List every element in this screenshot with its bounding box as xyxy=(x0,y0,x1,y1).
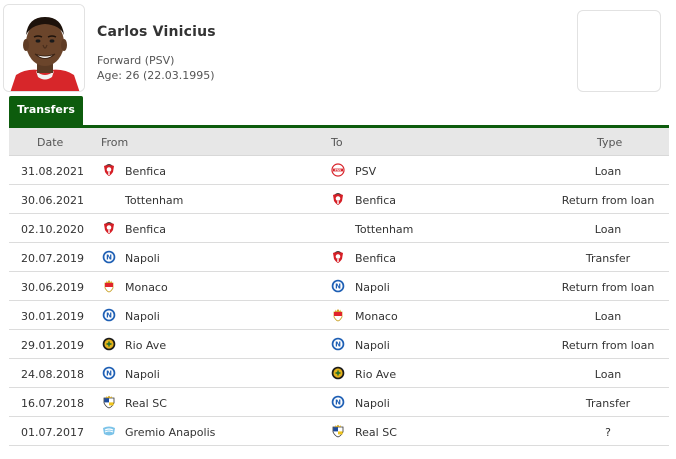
from-club-link[interactable]: Real SC xyxy=(125,397,167,410)
svg-text:N: N xyxy=(106,254,112,262)
benfica-crest-icon xyxy=(331,192,345,206)
to-club-link[interactable]: Benfica xyxy=(355,252,396,265)
from-club-link[interactable]: Napoli xyxy=(125,368,160,381)
player-name: Carlos Vinicius xyxy=(97,24,216,40)
from-club-link[interactable]: Rio Ave xyxy=(125,339,166,352)
transfer-date: 24.08.2018 xyxy=(21,368,84,381)
to-club-link[interactable]: Napoli xyxy=(355,281,390,294)
from-club-link[interactable]: Tottenham xyxy=(125,194,183,207)
transfer-date: 01.07.2017 xyxy=(21,426,84,439)
to-club-link[interactable]: Rio Ave xyxy=(355,368,396,381)
svg-text:N: N xyxy=(106,370,112,378)
transfer-date: 30.06.2019 xyxy=(21,281,84,294)
to-club-link[interactable]: Monaco xyxy=(355,310,398,323)
transfer-type: ? xyxy=(605,426,611,439)
transfers-table: Date From To Type 31.08.2021 Benfica PSV PS… xyxy=(9,128,669,446)
to-club-link[interactable]: Benfica xyxy=(355,194,396,207)
from-club-link[interactable]: Napoli xyxy=(125,310,160,323)
psv-crest-icon: PSV xyxy=(331,163,345,177)
napoli-crest-icon: N xyxy=(331,279,345,293)
svg-text:N: N xyxy=(335,399,341,407)
header-type: Type xyxy=(597,136,623,149)
to-club-link[interactable]: PSV xyxy=(355,165,376,178)
table-row: 29.01.2019 Rio Ave N Napoli Return from loan xyxy=(9,330,669,359)
table-row: 30.01.2019 N Napoli Monaco Loan xyxy=(9,301,669,330)
monaco-crest-icon xyxy=(102,279,116,293)
napoli-crest-icon: N xyxy=(102,366,116,380)
player-photo-icon xyxy=(4,5,84,91)
rioave-crest-icon xyxy=(102,337,116,351)
player-position: Forward (PSV) xyxy=(97,54,175,67)
transfer-date: 31.08.2021 xyxy=(21,165,84,178)
table-row: 24.08.2018 N Napoli Rio Ave Loan xyxy=(9,359,669,388)
transfer-date: 30.01.2019 xyxy=(21,310,84,323)
realsc-crest-icon xyxy=(102,395,116,409)
to-club-link[interactable]: Real SC xyxy=(355,426,397,439)
table-row: 30.06.2019 Monaco N Napoli Return from loan xyxy=(9,272,669,301)
benfica-crest-icon xyxy=(102,163,116,177)
from-club-link[interactable]: Napoli xyxy=(125,252,160,265)
table-header: Date From To Type xyxy=(9,128,669,156)
table-row: 02.10.2020 Benfica Tottenham Loan xyxy=(9,214,669,243)
napoli-crest-icon: N xyxy=(331,337,345,351)
transfer-type: Return from loan xyxy=(561,339,655,352)
table-row: 31.08.2021 Benfica PSV PSV Loan xyxy=(9,156,669,185)
to-club-link[interactable]: Napoli xyxy=(355,397,390,410)
transfer-type: Loan xyxy=(594,368,622,381)
transfer-type: Loan xyxy=(594,165,622,178)
transfer-date: 16.07.2018 xyxy=(21,397,84,410)
transfer-type: Transfer xyxy=(585,252,631,265)
header-date: Date xyxy=(37,136,64,149)
benfica-crest-icon xyxy=(102,221,116,235)
svg-text:PSV: PSV xyxy=(335,168,342,172)
transfer-type: Return from loan xyxy=(561,281,655,294)
transfer-type: Transfer xyxy=(585,397,631,410)
from-club-link[interactable]: Gremio Anapolis xyxy=(125,426,215,439)
player-photo xyxy=(3,4,85,92)
from-club-link[interactable]: Benfica xyxy=(125,223,166,236)
from-club-link[interactable]: Benfica xyxy=(125,165,166,178)
gremio-crest-icon xyxy=(102,424,116,438)
svg-text:N: N xyxy=(335,341,341,349)
transfer-date: 02.10.2020 xyxy=(21,223,84,236)
transfer-date: 30.06.2021 xyxy=(21,194,84,207)
napoli-crest-icon: N xyxy=(331,395,345,409)
table-row: 01.07.2017 Gremio Anapolis Real SC? xyxy=(9,417,669,446)
to-club-link[interactable]: Tottenham xyxy=(355,223,413,236)
transfer-type: Loan xyxy=(594,223,622,236)
table-row: 16.07.2018 Real SC N Napoli Transfer xyxy=(9,388,669,417)
napoli-crest-icon: N xyxy=(102,308,116,322)
player-age: Age: 26 (22.03.1995) xyxy=(97,69,215,82)
club-logo-box xyxy=(577,10,661,92)
table-row: 20.07.2019 N Napoli Benfica Transfer xyxy=(9,243,669,272)
benfica-crest-icon xyxy=(331,250,345,264)
svg-text:N: N xyxy=(335,283,341,291)
to-club-link[interactable]: Napoli xyxy=(355,339,390,352)
transfer-date: 20.07.2019 xyxy=(21,252,84,265)
monaco-crest-icon xyxy=(331,308,345,322)
header-from: From xyxy=(101,136,129,149)
from-club-link[interactable]: Monaco xyxy=(125,281,168,294)
transfer-date: 29.01.2019 xyxy=(21,339,84,352)
napoli-crest-icon: N xyxy=(102,250,116,264)
realsc-crest-icon xyxy=(331,424,345,438)
transfer-type: Return from loan xyxy=(561,194,655,207)
tab-transfers[interactable]: Transfers xyxy=(9,96,83,126)
header-to: To xyxy=(331,136,343,149)
rioave-crest-icon xyxy=(331,366,345,380)
table-row: 30.06.2021 Tottenham Benfica Return from lo… xyxy=(9,185,669,214)
table-body: 31.08.2021 Benfica PSV PSV Loan 30.06.2021 Tot… xyxy=(9,156,669,446)
svg-text:N: N xyxy=(106,312,112,320)
transfer-type: Loan xyxy=(594,310,622,323)
